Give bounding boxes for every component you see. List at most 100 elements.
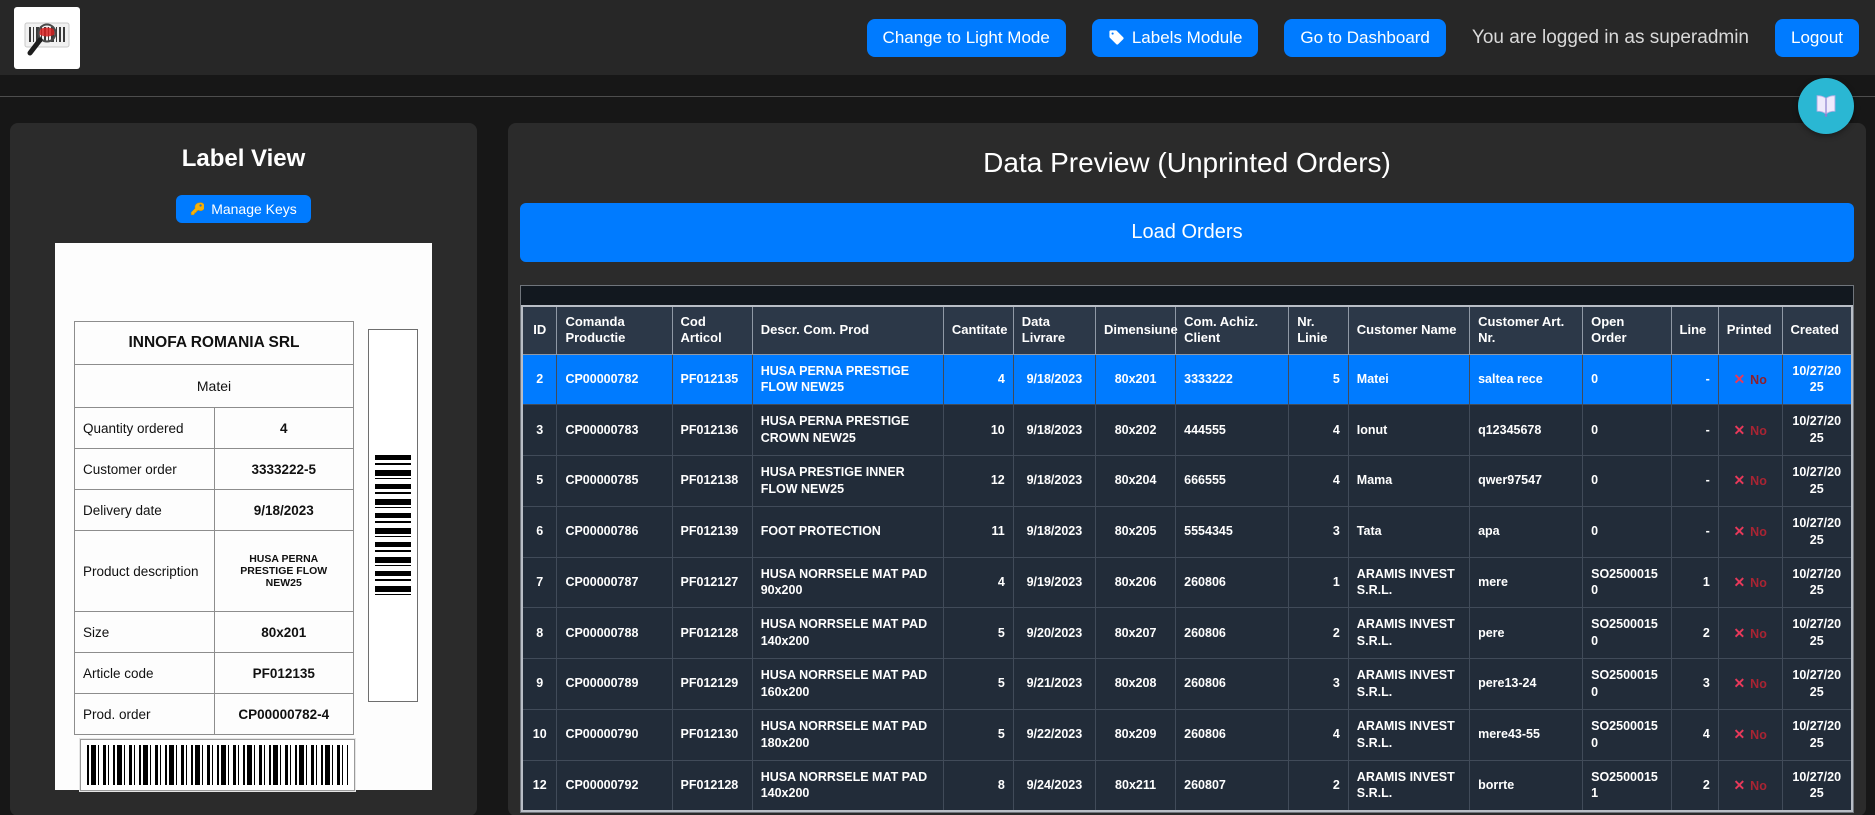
orders-column-header: ID (522, 306, 557, 354)
vertical-barcode-icon (375, 455, 411, 595)
order-cell: 9/18/2023 (1013, 405, 1095, 456)
manage-keys-button[interactable]: Manage Keys (176, 195, 311, 223)
order-cell: PF012129 (672, 659, 752, 710)
order-cell: 4 (1671, 709, 1718, 760)
label-field-value: CP00000782-4 (214, 694, 354, 735)
order-cell: 80x201 (1095, 354, 1175, 405)
printed-status: No (1750, 779, 1767, 793)
order-cell: 4 (943, 557, 1013, 608)
order-cell: PF012128 (672, 608, 752, 659)
label-field-name: Article code (75, 653, 215, 694)
label-field-name: Size (75, 612, 215, 653)
order-cell: 4 (1289, 405, 1349, 456)
order-cell: 0 (1583, 354, 1671, 405)
order-cell: 9/18/2023 (1013, 354, 1095, 405)
order-cell: 4 (943, 354, 1013, 405)
orders-column-header: Created (1782, 306, 1852, 354)
order-cell: 3 (522, 405, 557, 456)
order-cell: CP00000785 (557, 456, 672, 507)
order-cell: 7 (522, 557, 557, 608)
order-cell: CP00000788 (557, 608, 672, 659)
open-book-icon (1811, 91, 1841, 121)
order-cell: HUSA NORRSELE MAT PAD 180x200 (752, 709, 943, 760)
order-row[interactable]: 5CP00000785PF012138HUSA PRESTIGE INNER F… (522, 456, 1852, 507)
order-row[interactable]: 3CP00000783PF012136HUSA PERNA PRESTIGE C… (522, 405, 1852, 456)
label-customer: Matei (75, 365, 354, 408)
order-cell: SO25000150 (1583, 659, 1671, 710)
orders-column-header: Customer Name (1348, 306, 1469, 354)
order-cell: - (1671, 506, 1718, 557)
order-row[interactable]: 8CP00000788PF012128HUSA NORRSELE MAT PAD… (522, 608, 1852, 659)
order-cell: 80x206 (1095, 557, 1175, 608)
label-field-row: Product descriptionHUSA PERNA PRESTIGE F… (75, 531, 354, 612)
printed-x-icon: ✕ (1733, 675, 1745, 691)
order-cell: pere13-24 (1470, 659, 1583, 710)
order-cell: 5554345 (1176, 506, 1289, 557)
order-cell: 3 (1289, 506, 1349, 557)
printed-status: No (1750, 474, 1767, 488)
order-cell: 80x209 (1095, 709, 1175, 760)
order-cell: HUSA PERNA PRESTIGE CROWN NEW25 (752, 405, 943, 456)
orders-column-header: Comanda Productie (557, 306, 672, 354)
order-cell: 10/27/2025 (1782, 456, 1852, 507)
order-cell: 10/27/2025 (1782, 760, 1852, 811)
order-cell: q12345678 (1470, 405, 1583, 456)
label-field-row: Prod. orderCP00000782-4 (75, 694, 354, 735)
printed-x-icon: ✕ (1733, 422, 1745, 438)
order-cell: apa (1470, 506, 1583, 557)
order-cell: SO25000150 (1583, 557, 1671, 608)
order-cell: SO25000151 (1583, 760, 1671, 811)
order-cell: 2 (1289, 760, 1349, 811)
order-cell: 444555 (1176, 405, 1289, 456)
order-cell: ✕No (1718, 456, 1782, 507)
dashboard-button[interactable]: Go to Dashboard (1284, 19, 1445, 57)
order-cell: 80x204 (1095, 456, 1175, 507)
order-cell: HUSA PERNA PRESTIGE FLOW NEW25 (752, 354, 943, 405)
order-cell: 80x211 (1095, 760, 1175, 811)
order-cell: HUSA NORRSELE MAT PAD 140x200 (752, 760, 943, 811)
light-mode-button[interactable]: Change to Light Mode (867, 19, 1066, 57)
app-logo[interactable] (14, 7, 80, 69)
order-cell: CP00000792 (557, 760, 672, 811)
printed-status: No (1750, 677, 1767, 691)
load-orders-button[interactable]: Load Orders (520, 203, 1854, 262)
label-field-value: 9/18/2023 (214, 490, 354, 531)
order-row[interactable]: 12CP00000792PF012128HUSA NORRSELE MAT PA… (522, 760, 1852, 811)
order-cell: ✕No (1718, 354, 1782, 405)
printed-status: No (1750, 424, 1767, 438)
order-cell: 12 (943, 456, 1013, 507)
order-row[interactable]: 6CP00000786PF012139FOOT PROTECTION119/18… (522, 506, 1852, 557)
order-cell: 260806 (1176, 608, 1289, 659)
order-cell: ✕ No (1718, 659, 1782, 710)
order-cell: ✕ No (1718, 405, 1782, 456)
order-cell: 10/27/2025 (1782, 354, 1852, 405)
label-company: INNOFA ROMANIA SRL (75, 322, 354, 365)
order-row[interactable]: 9CP00000789PF012129HUSA NORRSELE MAT PAD… (522, 659, 1852, 710)
order-row[interactable]: 10CP00000790PF012130HUSA NORRSELE MAT PA… (522, 709, 1852, 760)
label-field-value: 80x201 (214, 612, 354, 653)
label-preview-card: INNOFA ROMANIA SRLMateiQuantity ordered4… (55, 243, 432, 790)
order-cell: 260806 (1176, 659, 1289, 710)
label-field-value: 3333222-5 (214, 449, 354, 490)
order-cell: CP00000782 (557, 354, 672, 405)
orders-column-header: Nr. Linie (1289, 306, 1349, 354)
order-cell: ARAMIS INVEST S.R.L. (1348, 557, 1469, 608)
order-row[interactable]: 2CP00000782PF012135HUSA PERNA PRESTIGE F… (522, 354, 1852, 405)
order-cell: PF012138 (672, 456, 752, 507)
book-fab-button[interactable] (1798, 78, 1854, 134)
label-field-row: Customer order3333222-5 (75, 449, 354, 490)
order-cell: ✕No (1718, 506, 1782, 557)
order-row[interactable]: 7CP00000787PF012127HUSA NORRSELE MAT PAD… (522, 557, 1852, 608)
printed-status: No (1750, 627, 1767, 641)
order-cell: PF012128 (672, 760, 752, 811)
order-cell: 2 (1671, 760, 1718, 811)
orders-table-body: 2CP00000782PF012135HUSA PERNA PRESTIGE F… (522, 354, 1852, 811)
labels-module-button[interactable]: Labels Module (1092, 19, 1259, 57)
logout-button[interactable]: Logout (1775, 19, 1859, 57)
login-status: You are logged in as superadmin (1472, 27, 1749, 49)
label-view-panel: Label View Manage Keys INNOFA ROMANIA SR… (10, 123, 477, 815)
order-cell: 2 (522, 354, 557, 405)
orders-table-wrap: IDComanda ProductieCod ArticolDescr. Com… (520, 285, 1854, 813)
label-field-value: 4 (214, 408, 354, 449)
orders-column-header: Customer Art. Nr. (1470, 306, 1583, 354)
